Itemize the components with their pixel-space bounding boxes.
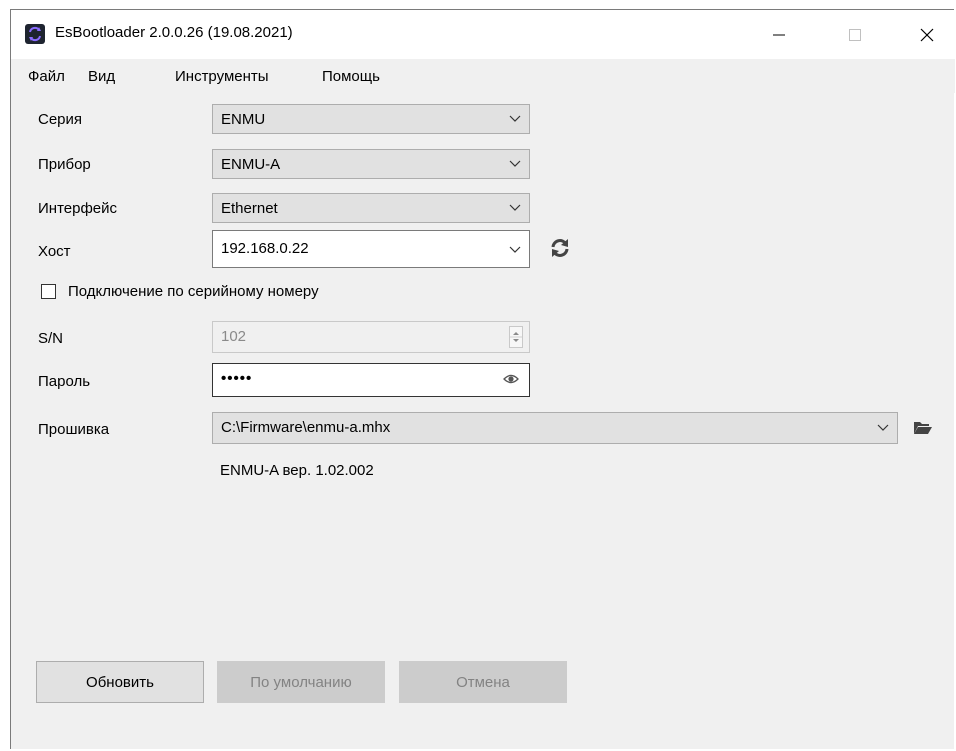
cancel-button[interactable]: Отмена xyxy=(399,661,567,703)
sn-value: 102 xyxy=(221,328,247,345)
serial-connect-label: Подключение по серийному номеру xyxy=(68,283,319,300)
chevron-down-icon xyxy=(509,242,521,260)
chevron-down-icon xyxy=(509,111,521,129)
interface-label: Интерфейс xyxy=(38,200,118,217)
password-value: ••••• xyxy=(221,370,253,387)
refresh-icon[interactable] xyxy=(548,236,572,260)
host-value: 192.168.0.22 xyxy=(221,240,309,257)
firmware-value: C:\Firmware\enmu-a.mhx xyxy=(221,419,391,436)
password-label: Пароль xyxy=(38,373,91,390)
title-bar: EsBootloader 2.0.0.26 (19.08.2021) xyxy=(11,10,955,59)
chevron-down-icon xyxy=(877,420,889,438)
menu-bar: Файл Вид Инструменты Помощь xyxy=(11,59,955,93)
sn-spinbox: 102 xyxy=(212,321,530,353)
menu-tools[interactable]: Инструменты xyxy=(175,68,269,85)
close-icon xyxy=(920,28,934,41)
close-button[interactable] xyxy=(904,10,950,59)
device-value: ENMU-A xyxy=(221,156,281,173)
folder-open-icon[interactable] xyxy=(913,420,933,436)
defaults-button[interactable]: По умолчанию xyxy=(217,661,385,703)
interface-select[interactable]: Ethernet xyxy=(212,193,530,223)
device-select[interactable]: ENMU-A xyxy=(212,149,530,179)
eye-icon[interactable] xyxy=(503,372,519,390)
menu-help[interactable]: Помощь xyxy=(322,68,380,85)
app-icon xyxy=(25,24,45,44)
firmware-info: ENMU-A вер. 1.02.002 xyxy=(220,462,374,479)
firmware-label: Прошивка xyxy=(38,421,110,438)
device-label: Прибор xyxy=(38,156,91,173)
series-value: ENMU xyxy=(221,111,266,128)
sn-stepper xyxy=(509,326,523,348)
serial-connect-checkbox[interactable] xyxy=(41,284,56,299)
menu-file[interactable]: Файл xyxy=(28,68,65,85)
firmware-select[interactable]: C:\Firmware\enmu-a.mhx xyxy=(212,412,898,444)
chevron-down-icon xyxy=(509,156,521,174)
host-label: Хост xyxy=(38,243,71,260)
series-label: Серия xyxy=(38,111,83,128)
chevron-down-icon xyxy=(509,200,521,218)
sn-label: S/N xyxy=(38,330,64,347)
password-field[interactable]: ••••• xyxy=(212,363,530,397)
series-select[interactable]: ENMU xyxy=(212,104,530,134)
menu-view[interactable]: Вид xyxy=(88,68,115,85)
host-combobox[interactable]: 192.168.0.22 xyxy=(212,230,530,268)
maximize-button[interactable] xyxy=(832,10,878,59)
interface-value: Ethernet xyxy=(221,200,278,217)
window-title: EsBootloader 2.0.0.26 (19.08.2021) xyxy=(55,24,293,41)
main-window: EsBootloader 2.0.0.26 (19.08.2021) Файл … xyxy=(10,9,955,749)
update-button[interactable]: Обновить xyxy=(36,661,204,703)
minimize-button[interactable] xyxy=(756,10,802,59)
